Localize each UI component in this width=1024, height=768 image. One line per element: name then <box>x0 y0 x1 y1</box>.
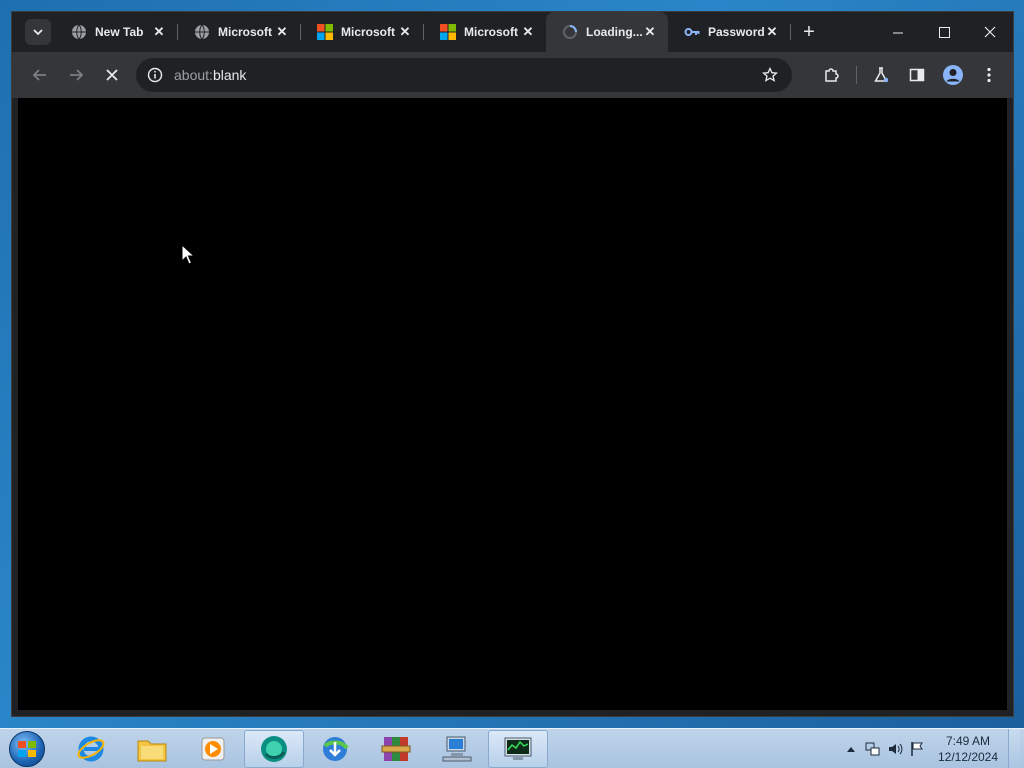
taskbar-media-player[interactable] <box>183 730 243 768</box>
browser-toolbar: about:blank <box>12 52 1013 98</box>
chevron-up-icon <box>847 746 855 752</box>
avatar-icon <box>943 65 963 85</box>
taskbar-clock[interactable]: 7:49 AM 12/12/2024 <box>936 733 1000 765</box>
toolbar-actions <box>814 57 1013 93</box>
info-icon[interactable] <box>146 66 164 84</box>
url-path: blank <box>212 67 247 83</box>
tab-title: Loading... <box>586 25 642 39</box>
arrow-right-icon <box>70 69 84 81</box>
back-button[interactable] <box>22 57 58 93</box>
media-player-icon <box>201 737 225 760</box>
show-hidden-icons-button[interactable] <box>840 738 862 760</box>
menu-button[interactable] <box>971 57 1007 93</box>
close-icon[interactable]: ✕ <box>764 24 780 40</box>
taskbar-task-manager[interactable] <box>488 729 548 768</box>
maximize-button[interactable] <box>921 12 967 52</box>
maximize-icon <box>938 26 950 38</box>
close-icon <box>106 69 118 81</box>
side-panel-icon <box>909 68 925 82</box>
task-manager-icon <box>504 737 532 760</box>
chevron-down-icon <box>33 29 43 36</box>
system-tray: 7:49 AM 12/12/2024 <box>840 728 1024 768</box>
more-vertical-icon <box>987 67 991 83</box>
close-icon <box>984 26 996 38</box>
forward-button[interactable] <box>58 57 94 93</box>
tab-passwords[interactable]: Passwords ✕ <box>668 12 790 52</box>
tab-title: Microsoft <box>464 25 518 39</box>
taskbar-chromium-browser[interactable] <box>244 729 304 768</box>
tab-separator <box>790 24 791 40</box>
volume-icon[interactable] <box>884 738 906 760</box>
url-text[interactable]: about:blank <box>174 67 758 83</box>
close-icon[interactable]: ✕ <box>520 24 536 40</box>
extensions-button[interactable] <box>814 57 850 93</box>
labs-button[interactable] <box>863 57 899 93</box>
close-window-button[interactable] <box>967 12 1013 52</box>
taskbar: 7:49 AM 12/12/2024 <box>0 728 1024 768</box>
clock-time: 7:49 AM <box>945 733 991 748</box>
page-content[interactable] <box>18 98 1007 710</box>
flask-icon <box>874 67 889 83</box>
tab-new-tab[interactable]: New Tab ✕ <box>55 12 177 52</box>
globe-icon <box>71 24 87 40</box>
taskbar-file-explorer[interactable] <box>122 730 182 768</box>
close-icon[interactable]: ✕ <box>274 24 290 40</box>
tab-title: Microsoft <box>218 25 272 39</box>
chromium-browser-icon <box>261 735 287 762</box>
stop-loading-button[interactable] <box>94 57 130 93</box>
new-tab-button[interactable]: + <box>795 18 823 46</box>
minimize-button[interactable] <box>875 12 921 52</box>
taskbar-internet-explorer[interactable] <box>61 730 121 768</box>
mouse-cursor-icon <box>181 244 195 265</box>
url-scheme: about: <box>174 67 213 83</box>
plus-icon: + <box>803 20 815 43</box>
globe-icon <box>194 24 210 40</box>
minimize-icon <box>892 32 903 33</box>
arrow-left-icon <box>32 69 46 81</box>
show-desktop-button[interactable] <box>1008 728 1020 768</box>
microsoft-logo-icon <box>317 24 333 40</box>
tab-title: Microsoft <box>341 25 395 39</box>
tab-microsoft-1[interactable]: Microsoft ✕ <box>178 12 300 52</box>
side-panel-button[interactable] <box>899 57 935 93</box>
tab-search-button[interactable] <box>25 19 51 45</box>
tab-strip: New Tab ✕ Microsoft ✕ Microsoft ✕ Micros… <box>12 12 1013 52</box>
puzzle-icon <box>825 68 839 82</box>
file-explorer-icon <box>137 740 167 761</box>
profile-button[interactable] <box>935 57 971 93</box>
network-computer-icon <box>442 736 472 761</box>
key-icon <box>684 24 700 40</box>
tab-title: New Tab <box>95 25 144 39</box>
action-center-flag-icon[interactable] <box>906 738 928 760</box>
clock-date: 12/12/2024 <box>937 749 999 764</box>
close-icon[interactable]: ✕ <box>642 24 658 40</box>
tab-title: Passwords <box>708 25 764 39</box>
download-manager-icon <box>323 736 349 761</box>
toolbar-divider <box>856 66 857 84</box>
close-icon[interactable]: ✕ <box>151 24 167 40</box>
tab-microsoft-3[interactable]: Microsoft ✕ <box>424 12 546 52</box>
taskbar-winrar[interactable] <box>366 730 426 768</box>
microsoft-logo-icon <box>440 24 456 40</box>
bookmark-star-icon[interactable] <box>758 63 782 87</box>
taskbar-network-computer[interactable] <box>427 730 487 768</box>
close-icon[interactable]: ✕ <box>397 24 413 40</box>
tab-microsoft-2[interactable]: Microsoft ✕ <box>301 12 423 52</box>
network-status-icon[interactable] <box>862 738 884 760</box>
internet-explorer-icon <box>77 736 105 761</box>
winrar-icon <box>381 736 411 761</box>
window-controls <box>875 12 1013 52</box>
loading-spinner-icon <box>562 24 578 40</box>
taskbar-download-manager[interactable] <box>305 730 365 768</box>
tab-loading[interactable]: Loading... ✕ <box>546 12 668 52</box>
start-button[interactable] <box>9 730 45 767</box>
address-bar[interactable]: about:blank <box>136 58 792 92</box>
windows-logo-icon <box>18 740 36 757</box>
browser-window: New Tab ✕ Microsoft ✕ Microsoft ✕ Micros… <box>11 11 1014 717</box>
